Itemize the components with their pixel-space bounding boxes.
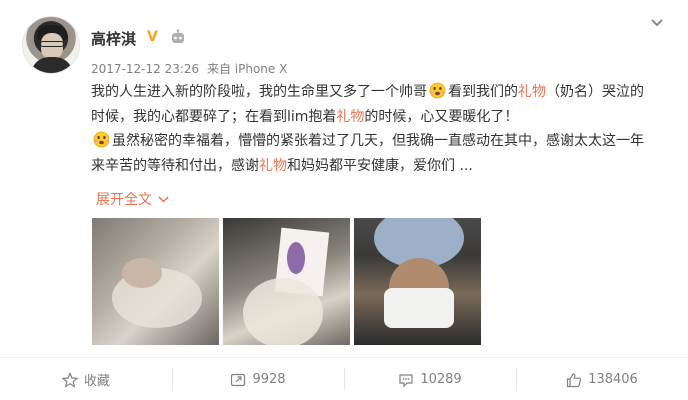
text-part: 看到我们的: [448, 84, 518, 100]
text-part: 的时候，心又要暖化了！: [364, 108, 519, 125]
member-robot-icon[interactable]: [170, 29, 186, 45]
author-name[interactable]: 高梓淇: [91, 28, 136, 49]
repost-icon: [231, 373, 246, 386]
text-part: 我的人生进入新的阶段啦，我的生命里又多了一个帅哥: [91, 84, 427, 100]
post-image[interactable]: [354, 218, 481, 345]
post-time[interactable]: 2017-12-12 23:26: [91, 62, 199, 76]
text-part: 和妈妈都平安健康，爱你们 ...: [287, 157, 473, 174]
comment-button[interactable]: 10289: [344, 358, 516, 400]
chevron-down-icon[interactable]: [158, 196, 169, 203]
avatar-body: [31, 57, 73, 73]
post-image[interactable]: [92, 218, 219, 345]
favorite-label: 收藏: [83, 374, 110, 389]
emoji-face-icon: [429, 82, 446, 99]
post-text: 我的人生进入新的阶段啦，我的生命里又多了一个帅哥 看到我们的礼物（奶名）哭泣的时候…: [91, 80, 651, 178]
post-meta: 2017-12-12 23:26 来自 iPhone X: [91, 60, 287, 77]
image-detail: [384, 288, 454, 328]
star-icon: [61, 371, 78, 388]
gift-link[interactable]: 礼物: [259, 158, 287, 174]
like-button[interactable]: 138406: [516, 358, 688, 400]
post-image[interactable]: [223, 218, 350, 345]
gift-link[interactable]: 礼物: [518, 84, 546, 100]
image-detail: [287, 242, 305, 274]
expand-label[interactable]: 展开全文: [96, 192, 152, 208]
comment-icon: [399, 373, 413, 387]
repost-button[interactable]: 9928: [172, 358, 344, 400]
repost-count: 9928: [252, 372, 286, 387]
emoji-face-icon: [93, 131, 110, 148]
post-source: 来自 iPhone X: [206, 62, 288, 76]
image-detail: [122, 258, 162, 288]
gift-link[interactable]: 礼物: [336, 109, 364, 125]
weibo-post-card: 高梓淇 V 2017-12-12 23:26 来自 iPhone X 我的人生进…: [0, 0, 688, 400]
comment-count: 10289: [420, 372, 462, 387]
chevron-down-icon[interactable]: [650, 18, 664, 28]
thumbs-up-icon: [567, 372, 582, 387]
avatar-glasses: [40, 41, 64, 47]
like-count: 138406: [588, 372, 638, 387]
expand-full-text-link[interactable]: 展开全文: [96, 189, 169, 209]
image-detail: [243, 278, 323, 345]
verified-v-badge-icon[interactable]: V: [147, 30, 161, 44]
action-bar: 收藏 9928 10289 138406: [0, 357, 688, 400]
favorite-button[interactable]: 收藏: [0, 358, 172, 400]
author-avatar[interactable]: [22, 16, 80, 74]
